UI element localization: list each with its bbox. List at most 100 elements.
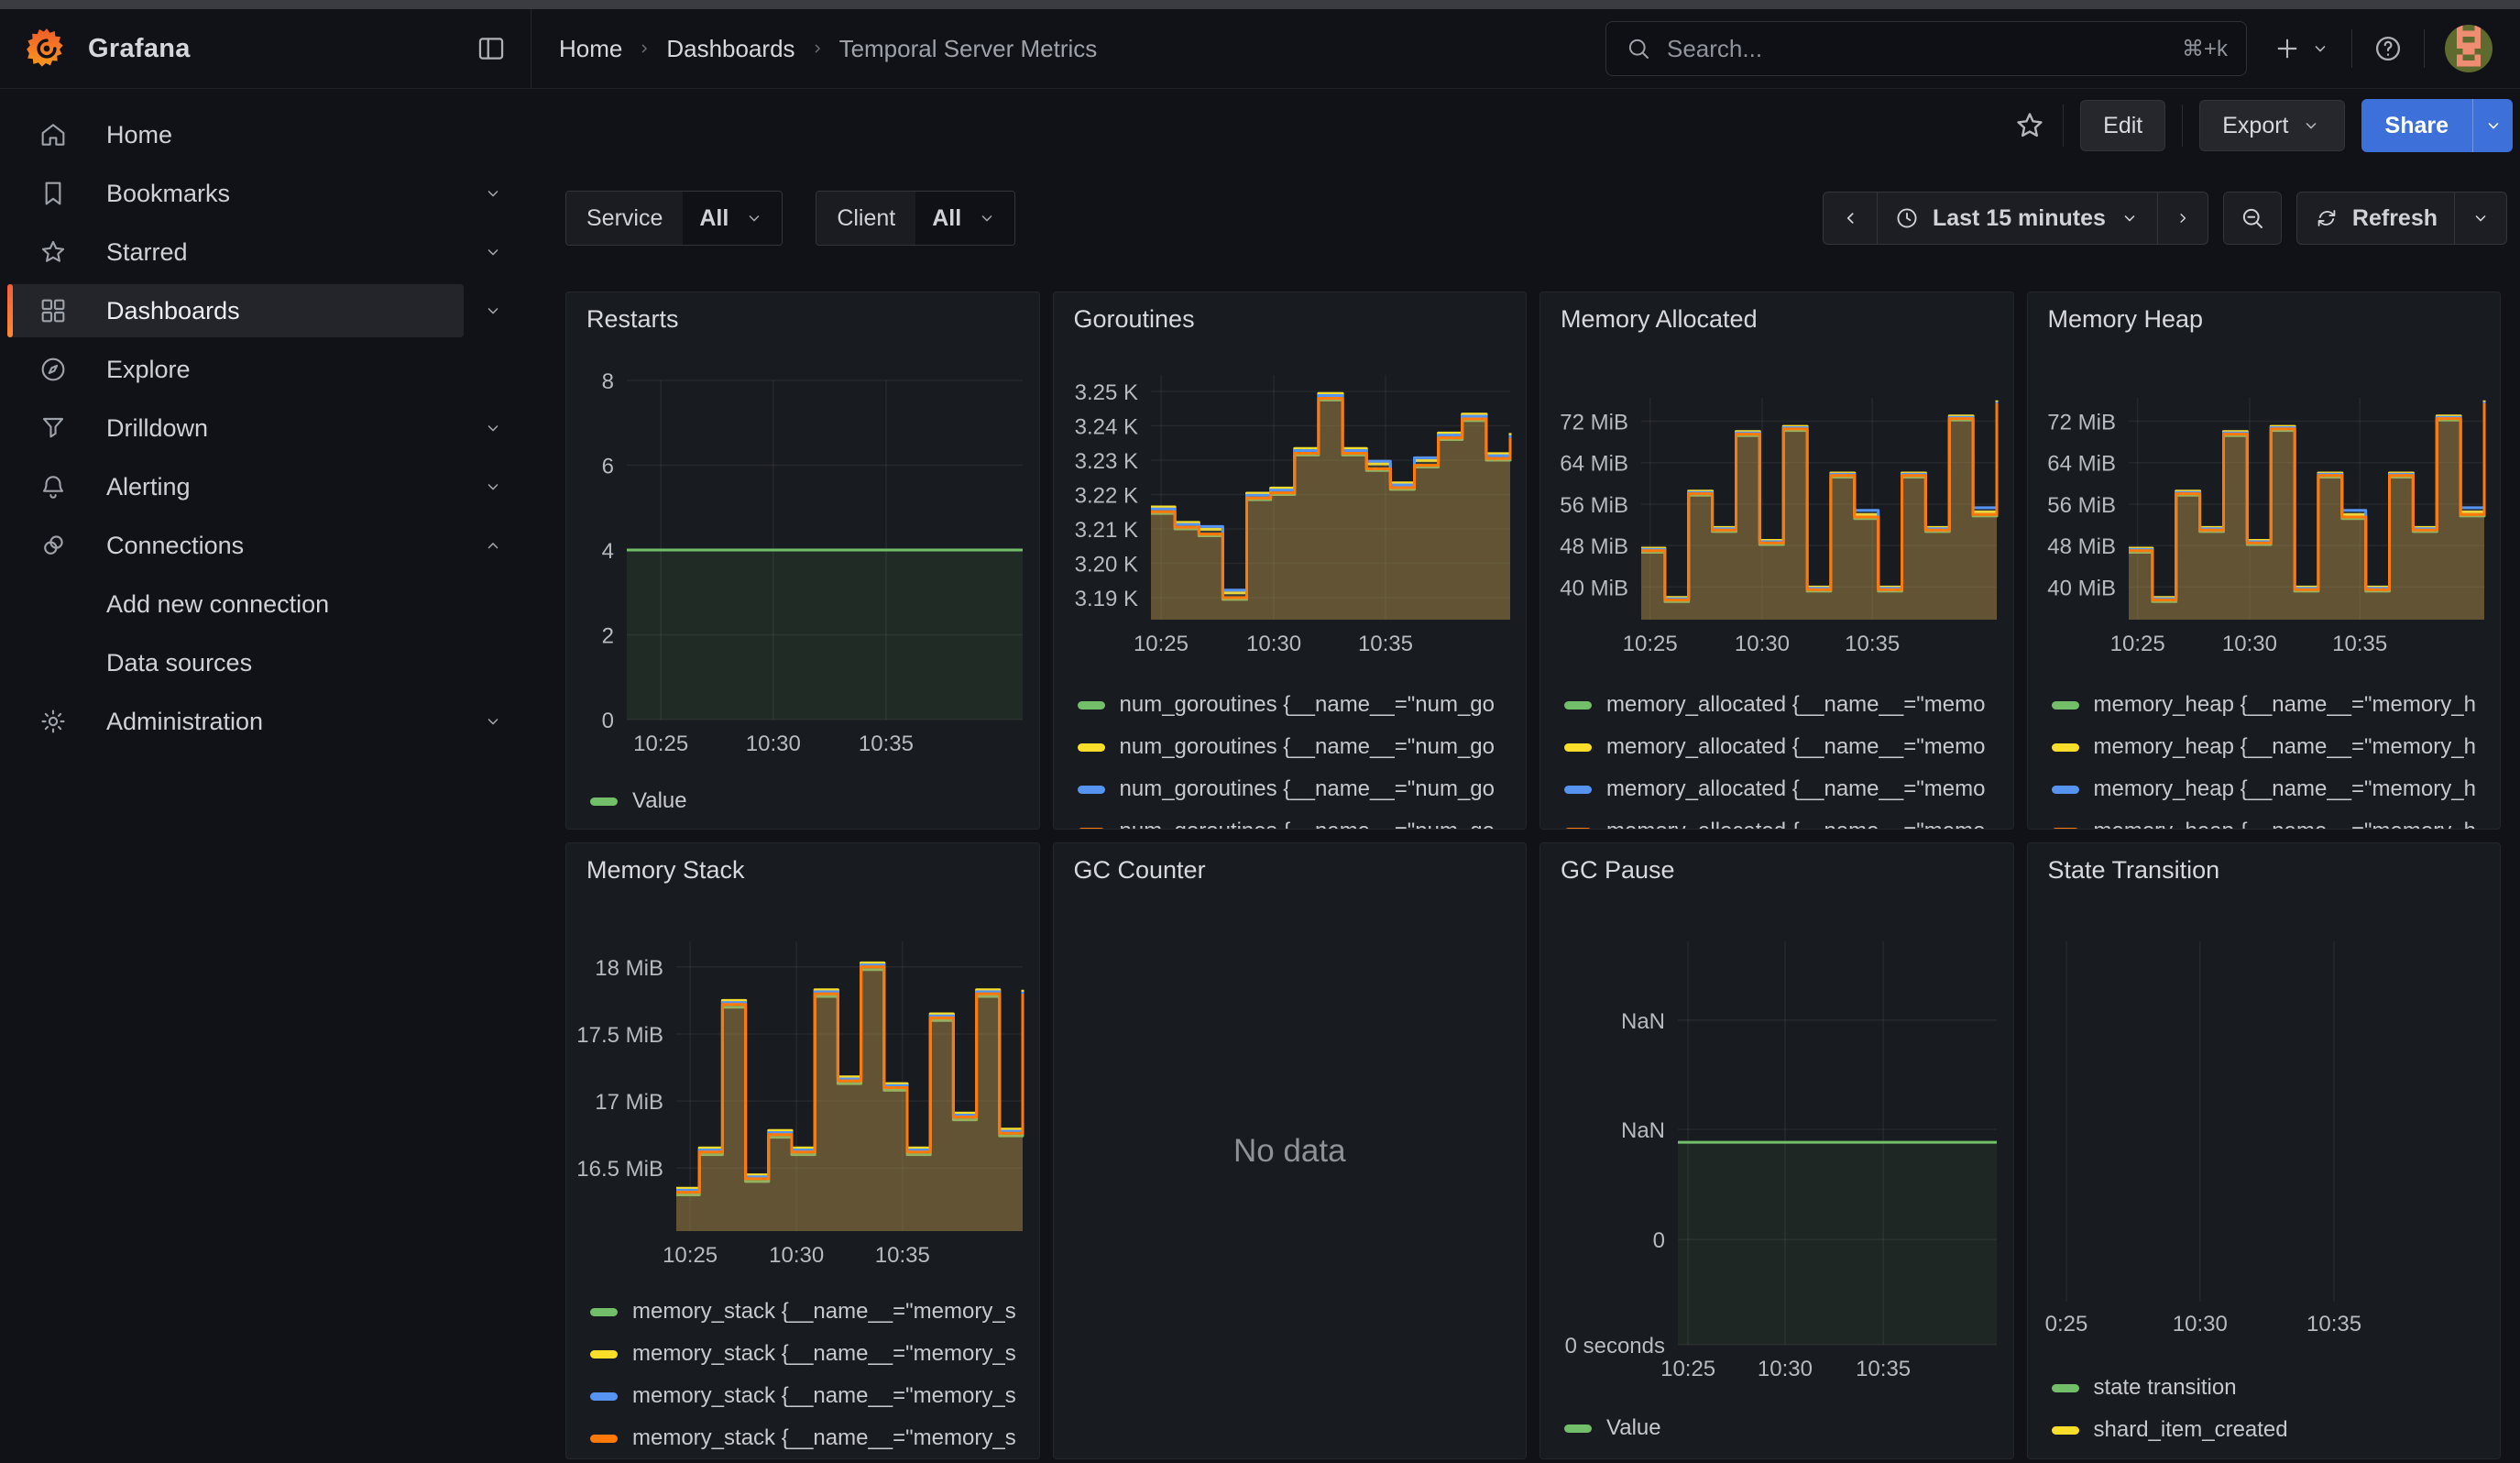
- legend-item[interactable]: Value: [1564, 1410, 2006, 1446]
- sidebar-item-connections[interactable]: Connections: [0, 516, 531, 575]
- panel-memory-stack[interactable]: Memory Stack16.5 MiB17 MiB17.5 MiB18 MiB…: [565, 842, 1040, 1459]
- chevron-up-icon[interactable]: [477, 529, 509, 562]
- panel-restarts[interactable]: Restarts0246810:2510:3010:35Value: [565, 292, 1040, 830]
- chevron-down-icon[interactable]: [477, 705, 509, 738]
- sidebar-item-data-sources[interactable]: Data sources: [0, 633, 531, 692]
- header-brand-section: Grafana: [0, 9, 531, 88]
- sidebar-item-explore[interactable]: Explore: [0, 340, 531, 399]
- legend-label: num_goroutines {__name__="num_go: [1120, 734, 1496, 760]
- legend-item[interactable]: memory_heap {__name__="memory_h: [2052, 729, 2493, 765]
- sidebar-item-bookmarks[interactable]: Bookmarks: [0, 164, 531, 223]
- legend-item[interactable]: memory_stack {__name__="memory_s: [590, 1378, 1032, 1414]
- edit-button[interactable]: Edit: [2080, 100, 2165, 151]
- legend-item[interactable]: num_goroutines {__name__="num_go: [1078, 687, 1519, 723]
- panel-gc-pause[interactable]: GC Pause0 seconds0NaNNaN10:2510:3010:35V…: [1539, 842, 2014, 1459]
- legend-item[interactable]: state transition: [2052, 1370, 2493, 1406]
- chevron-down-icon[interactable]: [477, 236, 509, 269]
- legend-item[interactable]: memory_stack {__name__="memory_s: [590, 1336, 1032, 1372]
- legend-item[interactable]: memory_heap {__name__="memory_h: [2052, 687, 2493, 723]
- drilldown-icon: [35, 413, 71, 443]
- chevron-down-icon: [743, 207, 765, 229]
- refresh-button[interactable]: Refresh: [2297, 192, 2454, 244]
- brand-label: Grafana: [88, 34, 191, 64]
- legend-item[interactable]: memory_stack {__name__="memory_s: [590, 1293, 1032, 1330]
- search-icon: [1625, 35, 1652, 62]
- sidebar-item-alerting[interactable]: Alerting: [0, 457, 531, 516]
- sidebar-item-highlight: [7, 343, 464, 396]
- user-avatar[interactable]: [2445, 25, 2493, 72]
- filter-value-dropdown[interactable]: All: [683, 192, 782, 245]
- legend-item[interactable]: shard_item_created: [2052, 1412, 2493, 1448]
- panel-goroutines[interactable]: Goroutines3.19 K3.20 K3.21 K3.22 K3.23 K…: [1053, 292, 1528, 830]
- legend-swatch: [1564, 1424, 1592, 1433]
- export-button[interactable]: Export: [2199, 100, 2344, 151]
- time-shift-back-button[interactable]: [1824, 192, 1877, 244]
- legend-swatch: [1078, 786, 1105, 794]
- sidebar-item-drilldown[interactable]: Drilldown: [0, 399, 531, 457]
- legend-item[interactable]: memory_heap {__name__="memory_h: [2052, 771, 2493, 808]
- panel-state-transition[interactable]: State Transition0:2510:3010:35state tran…: [2027, 842, 2502, 1459]
- chevron-down-icon[interactable]: [477, 470, 509, 503]
- selected-accent-bar: [7, 284, 13, 337]
- help-button[interactable]: [2372, 33, 2404, 64]
- svg-text:48 MiB: 48 MiB: [1560, 534, 1628, 559]
- legend-item[interactable]: memory_stack {__name__="memory_s: [590, 1420, 1032, 1457]
- legend-swatch: [1078, 828, 1105, 830]
- time-range-picker[interactable]: Last 15 minutes: [1878, 192, 2157, 244]
- legend-item[interactable]: memory_allocated {__name__="memo: [1564, 813, 2006, 830]
- legend-label: memory_allocated {__name__="memo: [1606, 776, 1985, 802]
- svg-text:3.23 K: 3.23 K: [1074, 449, 1137, 474]
- legend-swatch: [1564, 786, 1592, 794]
- star-dashboard-button[interactable]: [2013, 109, 2046, 142]
- sidebar-item-administration[interactable]: Administration: [0, 692, 531, 751]
- share-button[interactable]: Share: [2361, 99, 2472, 152]
- breadcrumb-item[interactable]: Dashboards: [666, 35, 794, 63]
- sidebar-item-home[interactable]: Home: [0, 105, 531, 164]
- share-options-button[interactable]: [2472, 99, 2513, 152]
- time-shift-forward-button[interactable]: [2158, 192, 2208, 244]
- chevron-down-icon[interactable]: [477, 412, 509, 445]
- mega-menu-dock-toggle-button[interactable]: [476, 33, 507, 64]
- legend-item[interactable]: memory_allocated {__name__="memo: [1564, 687, 2006, 723]
- legend-item[interactable]: memory_allocated {__name__="memo: [1564, 729, 2006, 765]
- search-input[interactable]: [1665, 34, 2169, 64]
- legend-swatch: [2052, 743, 2079, 752]
- legend-swatch: [2052, 1426, 2079, 1435]
- new-button[interactable]: [2273, 34, 2331, 63]
- grafana-logo-icon: [24, 26, 70, 72]
- svg-text:3.19 K: 3.19 K: [1074, 587, 1137, 611]
- panel-memory-allocated[interactable]: Memory Allocated40 MiB48 MiB56 MiB64 MiB…: [1539, 292, 2014, 830]
- svg-text:10:30: 10:30: [2221, 632, 2276, 656]
- legend-item[interactable]: memory_heap {__name__="memory_h: [2052, 813, 2493, 830]
- legend-label: shard_item_created: [2094, 1417, 2288, 1443]
- filter-value-dropdown[interactable]: All: [915, 192, 1014, 245]
- svg-text:10:25: 10:25: [1660, 1357, 1715, 1381]
- filter-client[interactable]: ClientAll: [816, 191, 1015, 246]
- filter-service[interactable]: ServiceAll: [565, 191, 783, 246]
- breadcrumb-item[interactable]: Home: [559, 35, 622, 63]
- legend-label: memory_stack {__name__="memory_s: [632, 1341, 1016, 1367]
- chevron-down-icon[interactable]: [477, 294, 509, 327]
- refresh-interval-button[interactable]: [2455, 192, 2506, 244]
- panel-gc-counter[interactable]: GC CounterNo data: [1053, 842, 1528, 1459]
- svg-text:0: 0: [1653, 1228, 1665, 1253]
- legend-item[interactable]: Value: [590, 783, 1032, 820]
- sidebar-item-add-new-connection[interactable]: Add new connection: [0, 575, 531, 633]
- legend-item[interactable]: memory_allocated {__name__="memo: [1564, 771, 2006, 808]
- svg-text:NaN: NaN: [1621, 1118, 1665, 1143]
- search-box[interactable]: ⌘+k: [1605, 21, 2247, 76]
- panel-memory-heap[interactable]: Memory Heap40 MiB48 MiB56 MiB64 MiB72 Mi…: [2027, 292, 2502, 830]
- svg-text:10:25: 10:25: [663, 1243, 718, 1268]
- svg-text:10:35: 10:35: [1845, 632, 1900, 656]
- window-top-strip: [0, 0, 2520, 9]
- svg-text:10:35: 10:35: [2306, 1312, 2361, 1336]
- svg-text:10:35: 10:35: [875, 1243, 930, 1268]
- time-zoom-out-button[interactable]: [2224, 192, 2281, 244]
- sidebar-item-starred[interactable]: Starred: [0, 223, 531, 281]
- legend-item[interactable]: num_goroutines {__name__="num_go: [1078, 813, 1519, 830]
- svg-text:48 MiB: 48 MiB: [2047, 534, 2116, 559]
- chevron-down-icon[interactable]: [477, 177, 509, 210]
- legend-item[interactable]: num_goroutines {__name__="num_go: [1078, 729, 1519, 765]
- legend-item[interactable]: num_goroutines {__name__="num_go: [1078, 771, 1519, 808]
- sidebar-item-dashboards[interactable]: Dashboards: [0, 281, 531, 340]
